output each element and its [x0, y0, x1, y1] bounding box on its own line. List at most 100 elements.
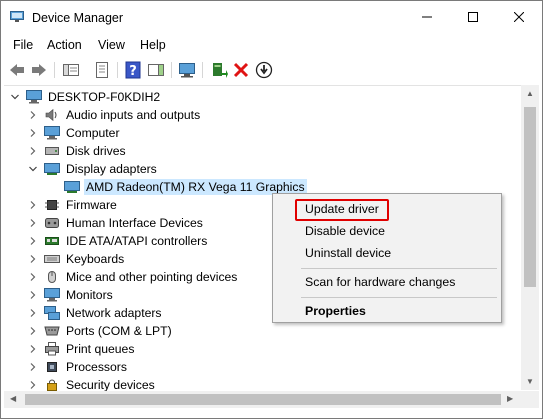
tree-item-audio[interactable]: Audio inputs and outputs	[28, 106, 200, 124]
chevron-right-icon[interactable]	[28, 110, 38, 120]
vertical-scroll-thumb[interactable]	[524, 107, 536, 287]
chevron-down-icon[interactable]	[28, 164, 38, 174]
maximize-button[interactable]	[450, 1, 496, 33]
chevron-right-icon[interactable]	[28, 362, 38, 372]
chevron-right-icon[interactable]	[28, 326, 38, 336]
device-manager-window: Device Manager File Action View Help ? D…	[0, 0, 543, 419]
chevron-right-icon[interactable]	[28, 254, 38, 264]
action-pane-icon[interactable]	[146, 60, 166, 80]
scroll-left-icon[interactable]: ◀	[10, 394, 16, 403]
context-menu: Update driver Disable device Uninstall d…	[272, 193, 502, 323]
tree-item-label: Disk drives	[66, 144, 126, 158]
tree-item-processors[interactable]: Processors	[28, 358, 127, 376]
help-icon[interactable]: ?	[123, 60, 143, 80]
tree-root-label: DESKTOP-F0KDIH2	[48, 90, 161, 104]
tree-item-security-devices[interactable]: Security devices	[28, 376, 155, 391]
back-icon[interactable]	[7, 60, 27, 80]
close-icon	[514, 12, 524, 22]
close-button[interactable]	[496, 1, 542, 33]
tree-item-ide[interactable]: IDE ATA/ATAPI controllers	[28, 232, 207, 250]
toolbar-separator	[171, 62, 172, 78]
tree-root[interactable]: DESKTOP-F0KDIH2	[10, 88, 160, 106]
update-driver-icon[interactable]	[209, 60, 229, 80]
scroll-right-icon[interactable]: ▶	[507, 394, 513, 403]
port-icon	[44, 326, 60, 336]
toolbar-separator	[202, 62, 203, 78]
speaker-icon	[45, 108, 57, 122]
tree-item-ports[interactable]: Ports (COM & LPT)	[28, 322, 172, 340]
chevron-right-icon[interactable]	[28, 128, 38, 138]
menu-separator	[301, 268, 497, 269]
toolbar-separator	[117, 62, 118, 78]
chevron-right-icon[interactable]	[28, 236, 38, 246]
horizontal-scrollbar[interactable]: ◀ ▶	[4, 391, 521, 408]
tree-item-label: Security devices	[66, 378, 155, 391]
menu-scan-hardware[interactable]: Scan for hardware changes	[305, 275, 455, 289]
display-adapter-icon	[64, 181, 80, 193]
menu-view[interactable]: View	[98, 38, 125, 52]
show-hide-console-tree-icon[interactable]	[61, 60, 81, 80]
menu-properties[interactable]: Properties	[305, 304, 366, 318]
disk-drive-icon	[45, 147, 59, 155]
vertical-scrollbar[interactable]: ▲ ▼	[521, 85, 539, 390]
menu-update-driver[interactable]: Update driver	[305, 202, 379, 216]
keyboard-icon	[44, 255, 60, 263]
disable-icon[interactable]	[254, 60, 274, 80]
scroll-up-icon[interactable]: ▲	[526, 89, 534, 98]
chip-icon	[45, 200, 59, 210]
properties-icon[interactable]	[92, 60, 112, 80]
chevron-right-icon[interactable]	[28, 272, 38, 282]
tree-item-label: Audio inputs and outputs	[66, 108, 201, 122]
minimize-button[interactable]	[404, 1, 450, 33]
monitor-icon	[44, 288, 60, 302]
scroll-down-icon[interactable]: ▼	[526, 377, 534, 386]
svg-text:?: ?	[129, 64, 137, 79]
chevron-right-icon[interactable]	[28, 200, 38, 210]
computer-icon	[26, 90, 42, 104]
device-manager-app-icon	[10, 11, 24, 22]
menu-file[interactable]: File	[13, 38, 33, 52]
toolbar-separator	[54, 62, 55, 78]
tree-item-print-queues[interactable]: Print queues	[28, 340, 134, 358]
menu-action[interactable]: Action	[47, 38, 82, 52]
tree-item-computer[interactable]: Computer	[28, 124, 120, 142]
tree-item-amd-radeon[interactable]: AMD Radeon(TM) RX Vega 11 Graphics	[48, 178, 307, 196]
tree-item-label: Monitors	[66, 288, 113, 302]
forward-icon[interactable]	[29, 60, 49, 80]
minimize-icon	[422, 16, 432, 18]
tree-item-keyboards[interactable]: Keyboards	[28, 250, 124, 268]
horizontal-scroll-thumb[interactable]	[25, 394, 501, 405]
menu-help[interactable]: Help	[140, 38, 166, 52]
tree-item-disk-drives[interactable]: Disk drives	[28, 142, 126, 160]
tree-item-network-adapters[interactable]: Network adapters	[28, 304, 162, 322]
scrollbar-corner	[521, 391, 539, 408]
chevron-right-icon[interactable]	[28, 290, 38, 300]
title-bar[interactable]: Device Manager	[1, 1, 542, 33]
menu-uninstall-device[interactable]: Uninstall device	[305, 246, 391, 260]
controller-icon	[45, 237, 59, 245]
window-title: Device Manager	[32, 11, 124, 25]
chevron-right-icon[interactable]	[28, 344, 38, 354]
tree-item-label: Display adapters	[66, 162, 157, 176]
chevron-down-icon[interactable]	[10, 92, 20, 102]
tree-item-label: Keyboards	[66, 252, 125, 266]
scan-hardware-icon[interactable]	[177, 60, 197, 80]
uninstall-icon[interactable]	[231, 60, 251, 80]
tree-item-label: Computer	[66, 126, 120, 140]
tree-item-label: Human Interface Devices	[66, 216, 203, 230]
tree-item-firmware[interactable]: Firmware	[28, 196, 117, 214]
processor-icon	[47, 362, 57, 372]
tree-item-label: Processors	[66, 360, 127, 374]
chevron-right-icon[interactable]	[28, 308, 38, 318]
tree-item-label: Ports (COM & LPT)	[66, 324, 172, 338]
tree-item-mice[interactable]: Mice and other pointing devices	[28, 268, 237, 286]
tree-item-monitors[interactable]: Monitors	[28, 286, 113, 304]
chevron-right-icon[interactable]	[28, 380, 38, 390]
chevron-right-icon[interactable]	[28, 218, 38, 228]
tree-item-display-adapters[interactable]: Display adapters	[28, 160, 157, 178]
menu-disable-device[interactable]: Disable device	[305, 224, 385, 238]
maximize-icon	[468, 12, 478, 22]
tree-item-hid[interactable]: Human Interface Devices	[28, 214, 203, 232]
chevron-right-icon[interactable]	[28, 146, 38, 156]
security-device-icon	[47, 379, 57, 391]
